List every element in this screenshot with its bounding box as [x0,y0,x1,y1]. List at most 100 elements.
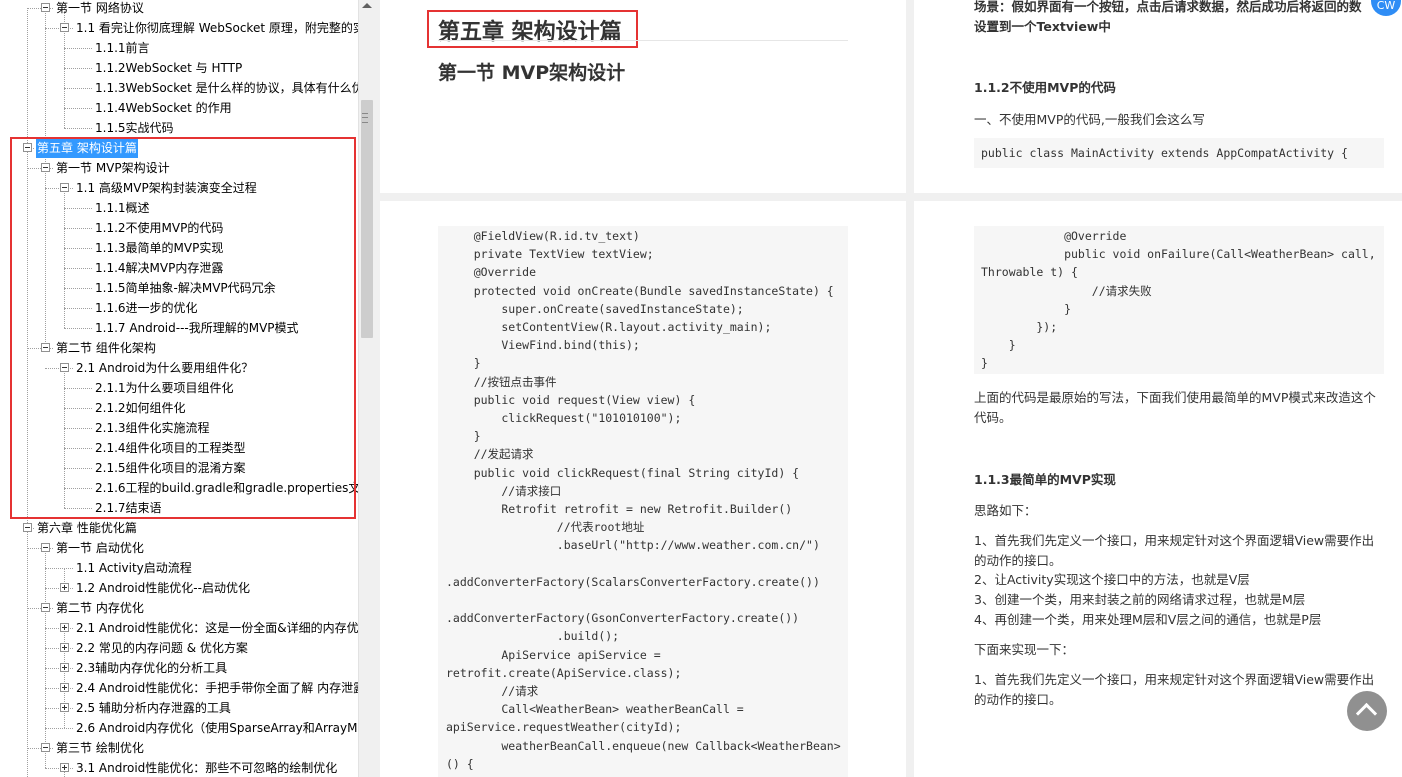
collapse-icon[interactable] [41,163,50,172]
collapse-icon[interactable] [41,743,50,752]
outline-item[interactable]: 第一节 启动优化 [0,538,358,558]
outline-item[interactable]: 2.1.4组件化项目的工程类型 [0,438,358,458]
collapse-icon[interactable] [41,3,50,12]
code-line: apiService.requestWeather(cityId); [446,720,682,735]
outline-item[interactable]: 第三节 绘制优化 [0,738,358,758]
outline-item[interactable]: 1.1.5实战代码 [0,118,358,138]
outline-item[interactable]: 2.1.2如何组件化 [0,398,358,418]
back-to-top-button[interactable] [1347,691,1387,731]
collapse-icon[interactable] [41,603,50,612]
tree-connector-branch [64,468,92,469]
tree-connector-branch [64,208,92,209]
outline-item[interactable]: 1.1.2不使用MVP的代码 [0,218,358,238]
tree-connector-branch [64,328,92,329]
expand-icon[interactable] [60,623,69,632]
code-line: public void request(View view) { [446,392,696,407]
outline-item[interactable]: 3.1 Android性能优化：那些不可忽略的绘制优化 [0,758,358,777]
outline-item[interactable]: 2.6 Android内存优化（使用SparseArray和ArrayMa [0,718,358,738]
outline-item[interactable]: 2.1.7结束语 [0,498,358,518]
outline-item[interactable]: 1.1.2WebSocket 与 HTTP [0,58,358,78]
outline-item[interactable]: 1.1 Activity启动流程 [0,558,358,578]
outline-item[interactable]: 第六章 性能优化篇 [0,518,358,538]
tree-connector-branch [64,48,92,49]
outline-item[interactable]: 1.1.7 Android---我所理解的MVP模式 [0,318,358,338]
tree-connector-branch [64,428,92,429]
outline-item-label: 2.1 Android性能优化：这是一份全面&详细的内存优 [76,621,358,635]
outline-item-label: 2.2 常见的内存问题 & 优化方案 [76,641,248,655]
outline-item[interactable]: 2.3辅助内存优化的分析工具 [0,658,358,678]
outline-item[interactable]: 2.2 常见的内存问题 & 优化方案 [0,638,358,658]
code-line: } [981,301,1072,316]
outline-item-label: 1.1.2WebSocket 与 HTTP [95,61,243,75]
collapse-icon[interactable] [41,343,50,352]
outline-scrollbar[interactable] [358,0,375,777]
scenario-line-2: 设置到一个Textview中 [974,19,1111,34]
scroll-up-arrow-icon[interactable] [362,3,372,8]
outline-item[interactable]: 1.1.5简单抽象-解决MVP代码冗余 [0,278,358,298]
outline-item[interactable]: 1.1.6进一步的优化 [0,298,358,318]
code-line: //请求失败 [981,283,1152,298]
outline-item[interactable]: 2.1 Android性能优化：这是一份全面&详细的内存优 [0,618,358,638]
collapse-icon[interactable] [60,183,69,192]
collapse-icon[interactable] [41,543,50,552]
expand-icon[interactable] [60,643,69,652]
expand-icon[interactable] [60,583,69,592]
scenario-line-1: 场景：假如界面有一个按钮，点击后请求数据，然后成功后将返回的数 [974,0,1362,14]
outline-item-label: 1.1 Activity启动流程 [76,561,192,575]
outline-item[interactable]: 2.5 辅助分析内存泄露的工具 [0,698,358,718]
outline-item-label: 2.1 Android为什么要用组件化？ [76,361,254,375]
outline-item-label: 2.3辅助内存优化的分析工具 [76,661,228,675]
expand-icon[interactable] [60,683,69,692]
outline-item[interactable]: 第二节 组件化架构 [0,338,358,358]
outline-item-label: 1.1.4WebSocket 的作用 [95,101,232,115]
expand-icon[interactable] [60,703,69,712]
outline-item-label: 2.6 Android内存优化（使用SparseArray和ArrayMa [76,721,358,735]
outline-item[interactable]: 1.1.1概述 [0,198,358,218]
section-title: 第一节 MVP架构设计 [438,62,626,84]
collapse-icon[interactable] [60,363,69,372]
outline-item-label: 第二节 组件化架构 [56,341,156,355]
outline-item[interactable]: 第一节 MVP架构设计 [0,158,358,178]
outline-item[interactable]: 1.1.1前言 [0,38,358,58]
step1-line-1: 1、首先我们先定义一个接口，用来规定针对这个界面逻辑View需要作出 [974,672,1375,687]
outline-item[interactable]: 第一节 网络协议 [0,0,358,18]
outline-item-label: 2.1.1为什么要项目组件化 [95,381,234,395]
paragraph-line-2: 代码。 [974,410,1012,425]
outline-item-label: 1.1.2不使用MVP的代码 [95,221,224,235]
outline-tree[interactable]: 第一节 网络协议 1.1 看完让你彻底理解 WebSocket 原理，附完整的实 1… [0,0,358,777]
code-line: ViewFind.bind(this); [446,338,640,353]
collapse-icon[interactable] [23,523,32,532]
code-line: protected void onCreate(Bundle savedInst… [446,283,834,298]
outline-item[interactable]: 2.4 Android性能优化：手把手带你全面了解 内存泄露 [0,678,358,698]
outline-item[interactable]: 2.1.1为什么要项目组件化 [0,378,358,398]
outline-item[interactable]: 第五章 架构设计篇 [0,138,358,158]
outline-item[interactable]: 2.1 Android为什么要用组件化？ [0,358,358,378]
outline-item[interactable]: 第二节 内存优化 [0,598,358,618]
code-line: } [981,338,1016,353]
scroll-thumb[interactable] [361,100,373,338]
outline-item[interactable]: 1.1 看完让你彻底理解 WebSocket 原理，附完整的实 [0,18,358,38]
outline-item[interactable]: 2.1.3组件化实施流程 [0,418,358,438]
collapse-icon[interactable] [23,143,32,152]
outline-item[interactable]: 1.1.3WebSocket 是什么样的协议，具体有什么优 [0,78,358,98]
code-line: setContentView(R.layout.activity_main); [446,320,772,334]
outline-item[interactable]: 1.1 高级MVP架构封装演变全过程 [0,178,358,198]
collapse-icon[interactable] [60,23,69,32]
outline-item[interactable]: 1.1.4WebSocket 的作用 [0,98,358,118]
outline-item[interactable]: 1.1.3最简单的MVP实现 [0,238,358,258]
outline-item-label: 2.1.7结束语 [95,501,162,515]
step1-line-2: 的动作的接口。 [974,692,1062,707]
outline-item[interactable]: 2.1.5组件化项目的混淆方案 [0,458,358,478]
expand-icon[interactable] [60,763,69,772]
heading-1-1-3: 1.1.3最简单的MVP实现 [974,472,1116,487]
code-line: @FieldView(R.id.tv_text) [446,229,640,243]
heading-rule [438,40,848,41]
code-line: private TextView textView; [446,247,654,262]
code-line: public void onFailure(Call<WeatherBean> … [981,247,1376,262]
outline-item[interactable]: 1.2 Android性能优化--启动优化 [0,578,358,598]
outline-item-label: 2.1.6工程的build.gradle和gradle.properties文 [95,481,358,495]
expand-icon[interactable] [60,663,69,672]
outline-item[interactable]: 1.1.4解决MVP内存泄露 [0,258,358,278]
outline-item[interactable]: 2.1.6工程的build.gradle和gradle.properties文 [0,478,358,498]
tree-connector-branch [64,308,92,309]
